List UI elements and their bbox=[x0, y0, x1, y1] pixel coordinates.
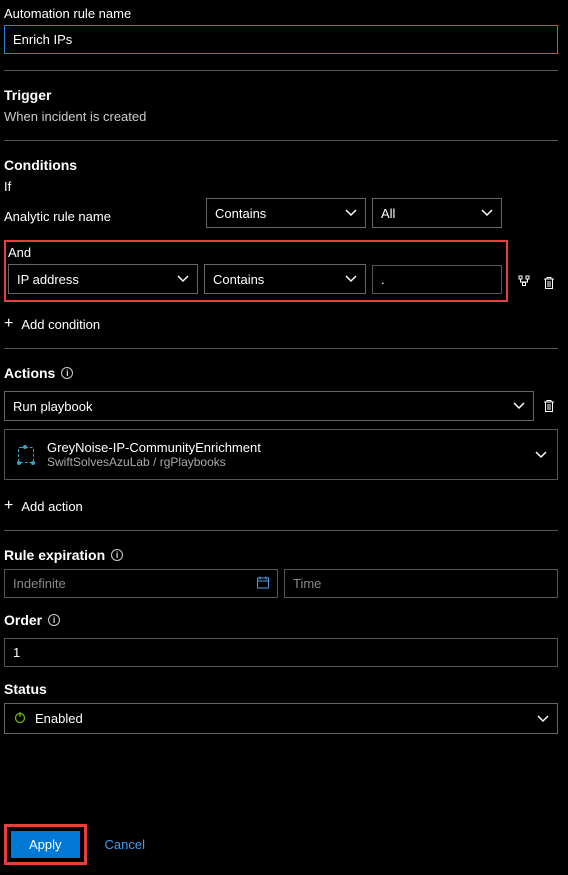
condition-operator-value: Contains bbox=[213, 272, 264, 287]
info-icon[interactable]: i bbox=[61, 367, 73, 379]
condition-operator-select[interactable]: Contains bbox=[204, 264, 366, 294]
chevron-down-icon bbox=[481, 207, 493, 219]
order-title-row: Order i bbox=[4, 612, 558, 628]
info-icon[interactable]: i bbox=[48, 614, 60, 626]
apply-button[interactable]: Apply bbox=[11, 831, 80, 858]
status-select[interactable]: Enabled bbox=[4, 703, 558, 734]
plus-icon: + bbox=[4, 316, 13, 332]
analytic-rule-name-label: Analytic rule name bbox=[4, 203, 200, 224]
playbook-icon bbox=[15, 444, 37, 466]
chevron-down-icon bbox=[345, 207, 357, 219]
analytic-value-select[interactable]: All bbox=[372, 198, 502, 228]
chevron-down-icon bbox=[513, 400, 525, 412]
divider bbox=[4, 348, 558, 349]
power-icon bbox=[13, 710, 27, 727]
expiration-title: Rule expiration bbox=[4, 547, 105, 563]
analytic-operator-value: Contains bbox=[215, 206, 266, 221]
divider bbox=[4, 70, 558, 71]
calendar-icon[interactable] bbox=[256, 575, 270, 592]
expiration-time-input[interactable] bbox=[284, 569, 558, 598]
analytic-operator-select[interactable]: Contains bbox=[206, 198, 366, 228]
info-icon[interactable]: i bbox=[111, 549, 123, 561]
rule-name-label: Automation rule name bbox=[4, 6, 558, 21]
add-condition-label: Add condition bbox=[21, 317, 100, 332]
chevron-down-icon bbox=[537, 713, 549, 725]
order-title: Order bbox=[4, 612, 42, 628]
plus-icon: + bbox=[4, 498, 13, 514]
delete-condition-button[interactable] bbox=[540, 274, 558, 292]
cancel-button[interactable]: Cancel bbox=[105, 837, 145, 852]
playbook-select[interactable]: GreyNoise-IP-CommunityEnrichment SwiftSo… bbox=[4, 429, 558, 480]
analytic-value: All bbox=[381, 206, 395, 221]
action-type-select[interactable]: Run playbook bbox=[4, 391, 534, 421]
trigger-text: When incident is created bbox=[4, 109, 558, 124]
delete-action-button[interactable] bbox=[540, 397, 558, 415]
if-label: If bbox=[4, 179, 558, 194]
and-label: And bbox=[8, 245, 502, 260]
add-action-button[interactable]: + Add action bbox=[4, 498, 558, 514]
add-condition-button[interactable]: + Add condition bbox=[4, 316, 558, 332]
actions-title: Actions bbox=[4, 365, 55, 381]
add-action-label: Add action bbox=[21, 499, 82, 514]
actions-title-row: Actions i bbox=[4, 365, 558, 381]
trigger-title: Trigger bbox=[4, 87, 558, 103]
group-condition-button[interactable] bbox=[514, 272, 534, 292]
rule-name-input[interactable] bbox=[4, 25, 558, 54]
action-type-value: Run playbook bbox=[13, 399, 93, 414]
condition-field-select[interactable]: IP address bbox=[8, 264, 198, 294]
apply-highlight: Apply bbox=[4, 824, 87, 865]
divider bbox=[4, 530, 558, 531]
expiration-date-input[interactable] bbox=[4, 569, 278, 598]
chevron-down-icon bbox=[345, 273, 357, 285]
condition-value-input[interactable] bbox=[372, 265, 502, 294]
expiration-title-row: Rule expiration i bbox=[4, 547, 558, 563]
condition-field-value: IP address bbox=[17, 272, 79, 287]
order-input[interactable] bbox=[4, 638, 558, 667]
divider bbox=[4, 140, 558, 141]
chevron-down-icon bbox=[177, 273, 189, 285]
status-value: Enabled bbox=[35, 711, 83, 726]
chevron-down-icon bbox=[535, 449, 547, 461]
conditions-title: Conditions bbox=[4, 157, 558, 173]
status-title: Status bbox=[4, 681, 558, 697]
playbook-subtitle: SwiftSolvesAzuLab / rgPlaybooks bbox=[47, 455, 525, 469]
playbook-name: GreyNoise-IP-CommunityEnrichment bbox=[47, 440, 525, 455]
